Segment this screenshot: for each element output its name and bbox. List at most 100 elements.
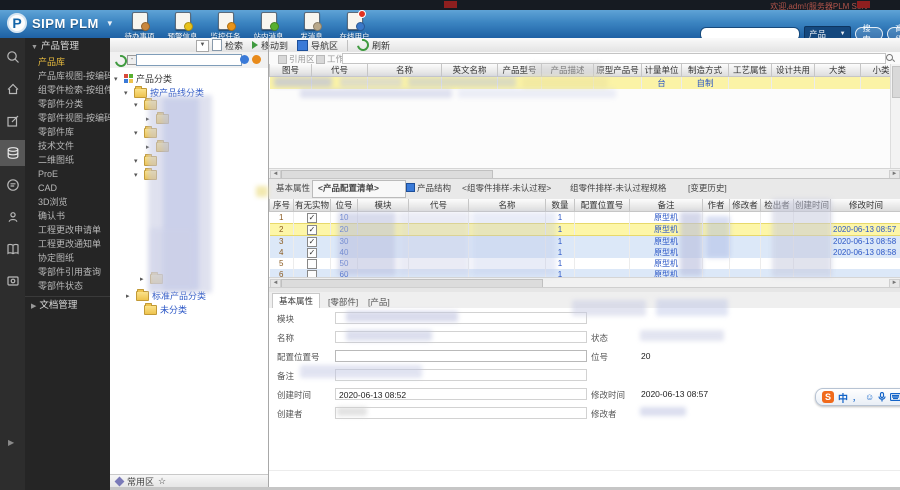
column-header[interactable]: 有无实物 [294,199,331,212]
column-header[interactable]: 备注 [630,199,703,212]
collapse-panel-button[interactable]: ▼ [196,40,209,52]
search-icon[interactable] [886,54,895,63]
cell [772,77,815,90]
sidebar-menu-item[interactable]: ProE [25,167,110,181]
sidebar-menu-item[interactable]: 确认书 [25,209,110,223]
logo-chevron-down-icon[interactable]: ▼ [106,19,114,28]
checkbox-checked[interactable]: ✓ [307,225,317,235]
column-header[interactable]: 制造方式 [682,64,729,77]
microphone-icon[interactable] [878,392,886,402]
sidebar-menu-item[interactable]: 零部件库 [25,125,110,139]
column-header[interactable]: 工艺属性 [729,64,772,77]
accent-dot [270,22,279,31]
quick-filter-input[interactable] [342,53,886,64]
sidebar-menu-item[interactable]: 组零件检索-按组件图标注 [25,83,110,97]
sidebar-menu-item[interactable]: 工程更改通知单 [25,237,110,251]
column-header[interactable]: 大类 [815,64,861,77]
column-header[interactable]: 数量 [546,199,575,212]
tree-node-label: 未分类 [160,303,187,316]
mid-tab-1[interactable]: 基本属性 [276,182,310,194]
column-header[interactable]: 设计共用 [772,64,815,77]
tree-node-unclassified[interactable]: 未分类 [134,303,187,316]
column-header[interactable]: 英文名称 [442,64,498,77]
toolbar-button-4[interactable]: 刷新 [357,39,390,52]
column-header[interactable]: 计量单位 [642,64,682,77]
ime-toolbar[interactable]: S 中 ， ☺ [815,388,900,406]
cell [730,224,761,236]
toolbar-button-2[interactable]: 移动到 [252,39,288,52]
column-header[interactable]: 修改者 [730,199,761,212]
punctuation-icon[interactable]: ， [852,391,861,404]
sidebar-menu-item[interactable]: 协定图纸 [25,251,110,265]
scrollbar-thumb[interactable] [892,66,900,98]
sidebar-menu-item[interactable]: CAD [25,181,110,195]
sidebar-menu-item[interactable]: 零部件视图-按编码浏览 [25,111,110,125]
column-header[interactable]: 配置位置号 [575,199,630,212]
titlebar-close-icon[interactable] [857,1,870,8]
sogou-logo-icon[interactable]: S [822,391,834,403]
rail-chat-icon[interactable] [0,172,25,198]
sidebar-menu-item[interactable]: 技术文件 [25,139,110,153]
sidebar-menu-item[interactable]: 产品库 [25,55,110,69]
column-header[interactable]: 名称 [469,199,546,212]
column-header[interactable]: 代号 [312,64,368,77]
column-header[interactable]: 修改时间 [831,199,900,212]
refresh-icon[interactable] [115,55,127,67]
checkbox-checked[interactable]: ✓ [307,237,317,247]
column-header[interactable]: 序号 [270,199,294,212]
emoji-icon[interactable]: ☺ [865,392,874,402]
config-position-input[interactable] [335,350,587,362]
column-header[interactable]: 名称 [368,64,442,77]
rail-book-icon[interactable] [0,236,25,262]
mid-tab-5[interactable]: 组零件排样-未认过程规格 [570,182,666,194]
tab-product[interactable]: [产品] [368,296,390,308]
rail-browse-icon[interactable] [0,44,25,70]
app-title: SIPM PLM [32,16,99,31]
cell: 2 [270,224,294,236]
checkbox-checked[interactable]: ✓ [307,248,317,258]
column-header[interactable]: 代号 [409,199,469,212]
sidebar-menu-item[interactable]: 3D浏览 [25,195,110,209]
mid-tab-4[interactable]: <组零件排样-未认过程> [462,182,551,194]
rail-media-icon[interactable] [0,268,25,294]
sidebar-menu-item[interactable]: 二维图纸 [25,153,110,167]
checkbox-checked[interactable]: ✓ [307,213,317,223]
mid-tab-3[interactable]: 产品结构 [406,182,451,194]
rail-database-icon[interactable] [0,140,25,166]
app-logo[interactable]: P SIPM PLM ▼ [7,13,114,33]
grid-cell [129,74,133,78]
sidebar-menu-item[interactable]: 工程更改申请单 [25,223,110,237]
checkbox-unchecked[interactable] [307,259,317,269]
vertical-scrollbar[interactable] [890,64,900,168]
keyboard-icon[interactable] [890,393,900,401]
mid-tab-6[interactable]: [变更历史] [688,182,727,194]
redacted-region [256,186,268,197]
mid-tab-2[interactable]: <产品配置清单> [318,182,379,194]
sidebar-menu-item[interactable]: 零部件分类 [25,97,110,111]
sidebar-menu-item[interactable]: 零部件状态 [25,279,110,293]
tab-parts[interactable]: [零部件] [328,296,358,308]
tree-search-input[interactable] [136,54,242,66]
sidebar-section-documents[interactable]: ▶文档管理 [25,296,110,314]
column-header[interactable]: 位号 [331,199,358,212]
tree-filter-icon[interactable] [252,55,261,64]
accent-dot [356,22,365,31]
column-header[interactable]: 作者 [703,199,730,212]
rail-home-icon[interactable] [0,76,25,102]
notification-badge [358,10,366,18]
divider [269,470,900,471]
rail-expander-arrow-icon[interactable]: ▶ [8,438,14,447]
sidebar-menu-item[interactable]: 零部件引用查询 [25,265,110,279]
sidebar-menu-item[interactable]: 产品库视图-按编码浏览 [25,69,110,83]
tree-root-product-classification[interactable]: ▾产品分类 [114,72,172,85]
rail-support-icon[interactable] [0,204,25,230]
rail-edit-icon[interactable] [0,108,25,134]
toolbar-button-3[interactable]: 导航区 [297,39,338,52]
toolbar-button-1[interactable]: 检索 [212,39,243,52]
favorites-bar[interactable]: 常用区 ☆ [110,474,268,488]
ime-language-mode[interactable]: 中 [838,390,848,405]
tree-search-go-icon[interactable] [240,55,249,64]
column-header[interactable]: 模块 [358,199,409,212]
column-header[interactable]: 图号 [270,64,312,77]
sidebar-section-product-management[interactable]: ▼产品管理 [25,38,110,55]
